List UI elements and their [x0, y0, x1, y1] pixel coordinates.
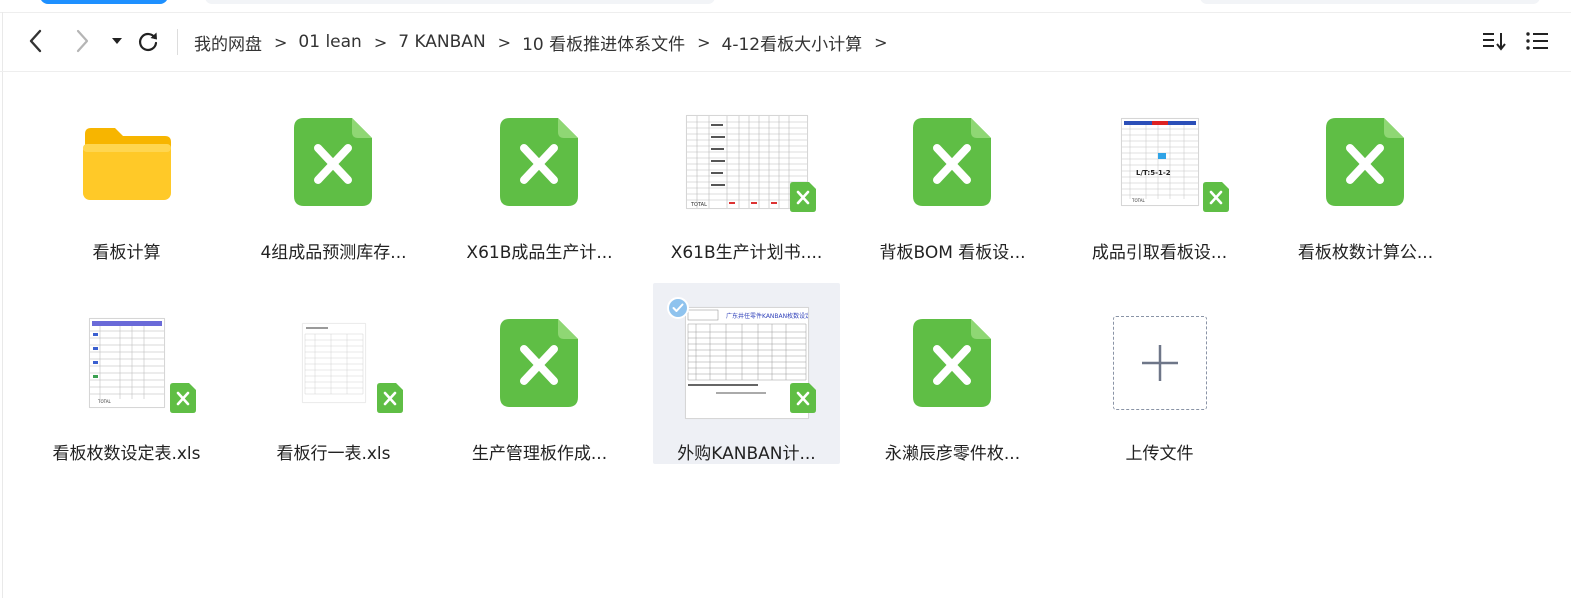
- search-bar[interactable]: [205, 0, 715, 4]
- file-item-xls-preview[interactable]: 看板行一表.xls: [240, 283, 427, 464]
- file-name: 4组成品预测库存...: [260, 243, 407, 263]
- file-name: 看板计算: [92, 243, 161, 263]
- file-item-xls[interactable]: 永濑辰彦零件枚...: [859, 283, 1046, 464]
- breadcrumb-item-kanban[interactable]: 7 KANBAN: [398, 32, 485, 52]
- excel-file-icon: [499, 319, 578, 407]
- file-item-xls[interactable]: 背板BOM 看板设...: [859, 82, 1046, 263]
- spreadsheet-thumbnail: TOTAL: [88, 318, 165, 408]
- file-item-xls[interactable]: 4组成品预测库存...: [240, 82, 427, 263]
- excel-file-icon: [912, 319, 991, 407]
- thumbnail-lt-label: L/T:5-1-2: [1136, 169, 1171, 177]
- excel-file-icon: [1325, 118, 1404, 206]
- chevron-left-icon: [29, 29, 42, 53]
- file-name: X61B成品生产计...: [466, 243, 613, 263]
- file-item-xls[interactable]: 生产管理板作成...: [446, 283, 633, 464]
- excel-file-icon: [293, 118, 372, 206]
- breadcrumb-separator: >: [697, 32, 711, 52]
- refresh-button[interactable]: [134, 27, 162, 55]
- file-name: 外购KANBAN计...: [677, 444, 816, 464]
- refresh-icon: [138, 32, 158, 52]
- excel-file-icon: [912, 118, 991, 206]
- file-item-xls-preview[interactable]: TOTAL X61B生产计划书....: [653, 82, 840, 263]
- chevron-right-icon: [76, 29, 89, 53]
- file-name: 成品引取看板设...: [1091, 243, 1228, 263]
- plus-icon: [1141, 345, 1178, 381]
- file-name: 生产管理板作成...: [471, 444, 608, 464]
- file-name: 永濑辰彦零件枚...: [884, 444, 1021, 464]
- primary-action-pill[interactable]: [40, 0, 168, 4]
- breadcrumb-item-lean[interactable]: 01 lean: [298, 32, 361, 52]
- sort-icon: [1483, 33, 1506, 51]
- file-item-folder[interactable]: 看板计算: [33, 82, 220, 263]
- thumbnail-title: 广东井任零件KANBAN枚数设定表: [726, 312, 809, 320]
- file-name: 背板BOM 看板设...: [879, 243, 1026, 263]
- breadcrumb-item-current[interactable]: 4-12看板大小计算: [722, 30, 863, 55]
- excel-badge-icon: [377, 383, 403, 413]
- file-item-xls-preview[interactable]: TOTAL 看板枚数设定表.xls: [33, 283, 220, 464]
- file-item-xls[interactable]: 看板枚数计算公...: [1272, 82, 1459, 263]
- thumbnail-total-label: TOTAL: [97, 399, 111, 404]
- top-right-bar[interactable]: [1200, 0, 1540, 4]
- caret-down-icon: [112, 38, 122, 44]
- history-dropdown-button[interactable]: [103, 27, 131, 55]
- upload-dropzone[interactable]: [1112, 316, 1207, 410]
- excel-file-icon: [499, 118, 578, 206]
- file-name: X61B生产计划书....: [670, 243, 823, 263]
- breadcrumb-separator: >: [274, 32, 288, 52]
- upload-label: 上传文件: [1125, 444, 1194, 464]
- excel-badge-icon: [170, 383, 196, 413]
- folder-icon: [82, 128, 171, 200]
- thumbnail-total-label: TOTAL: [690, 202, 707, 208]
- spreadsheet-thumbnail: [301, 323, 366, 403]
- forward-button[interactable]: [68, 27, 96, 55]
- excel-badge-icon: [790, 182, 816, 212]
- navigation-toolbar: 我的网盘 > 01 lean > 7 KANBAN > 10 看板推进体系文件 …: [0, 13, 1571, 72]
- upload-file-tile[interactable]: 上传文件: [1066, 283, 1253, 464]
- toolbar-separator: [177, 29, 178, 55]
- file-item-xls-preview[interactable]: L/T:5-1-2 TOTAL 成品引取看板设...: [1066, 82, 1253, 263]
- excel-badge-icon: [790, 383, 816, 413]
- excel-badge-icon: [1203, 182, 1229, 212]
- top-bar-strip: [0, 0, 1571, 13]
- file-grid: 看板计算 4组成品预测库存... X61B成品生产计... TOTAL X61B…: [0, 72, 1571, 598]
- file-name: 看板枚数计算公...: [1297, 243, 1434, 263]
- sort-button[interactable]: [1480, 27, 1508, 55]
- selected-checkmark-icon[interactable]: [667, 297, 689, 319]
- breadcrumb-expand-chevron[interactable]: >: [874, 33, 887, 52]
- breadcrumb-separator: >: [373, 32, 388, 52]
- file-name: 看板行一表.xls: [276, 444, 391, 464]
- thumbnail-total-label: TOTAL: [1131, 198, 1145, 203]
- list-view-icon: [1526, 32, 1548, 50]
- back-button[interactable]: [22, 27, 50, 55]
- spreadsheet-thumbnail: L/T:5-1-2 TOTAL: [1120, 118, 1199, 206]
- list-view-button[interactable]: [1523, 27, 1551, 55]
- file-item-xls[interactable]: X61B成品生产计...: [446, 82, 633, 263]
- file-item-xls-preview-selected[interactable]: 广东井任零件KANBAN枚数设定表 外购KANBAN计...: [653, 283, 840, 464]
- breadcrumb-separator: >: [497, 32, 512, 52]
- file-name: 看板枚数设定表.xls: [52, 444, 201, 464]
- breadcrumb-item-system-files[interactable]: 10 看板推进体系文件: [522, 30, 685, 55]
- breadcrumb: 我的网盘 > 01 lean > 7 KANBAN > 10 看板推进体系文件 …: [194, 29, 899, 55]
- breadcrumb-item-root[interactable]: 我的网盘: [194, 30, 262, 55]
